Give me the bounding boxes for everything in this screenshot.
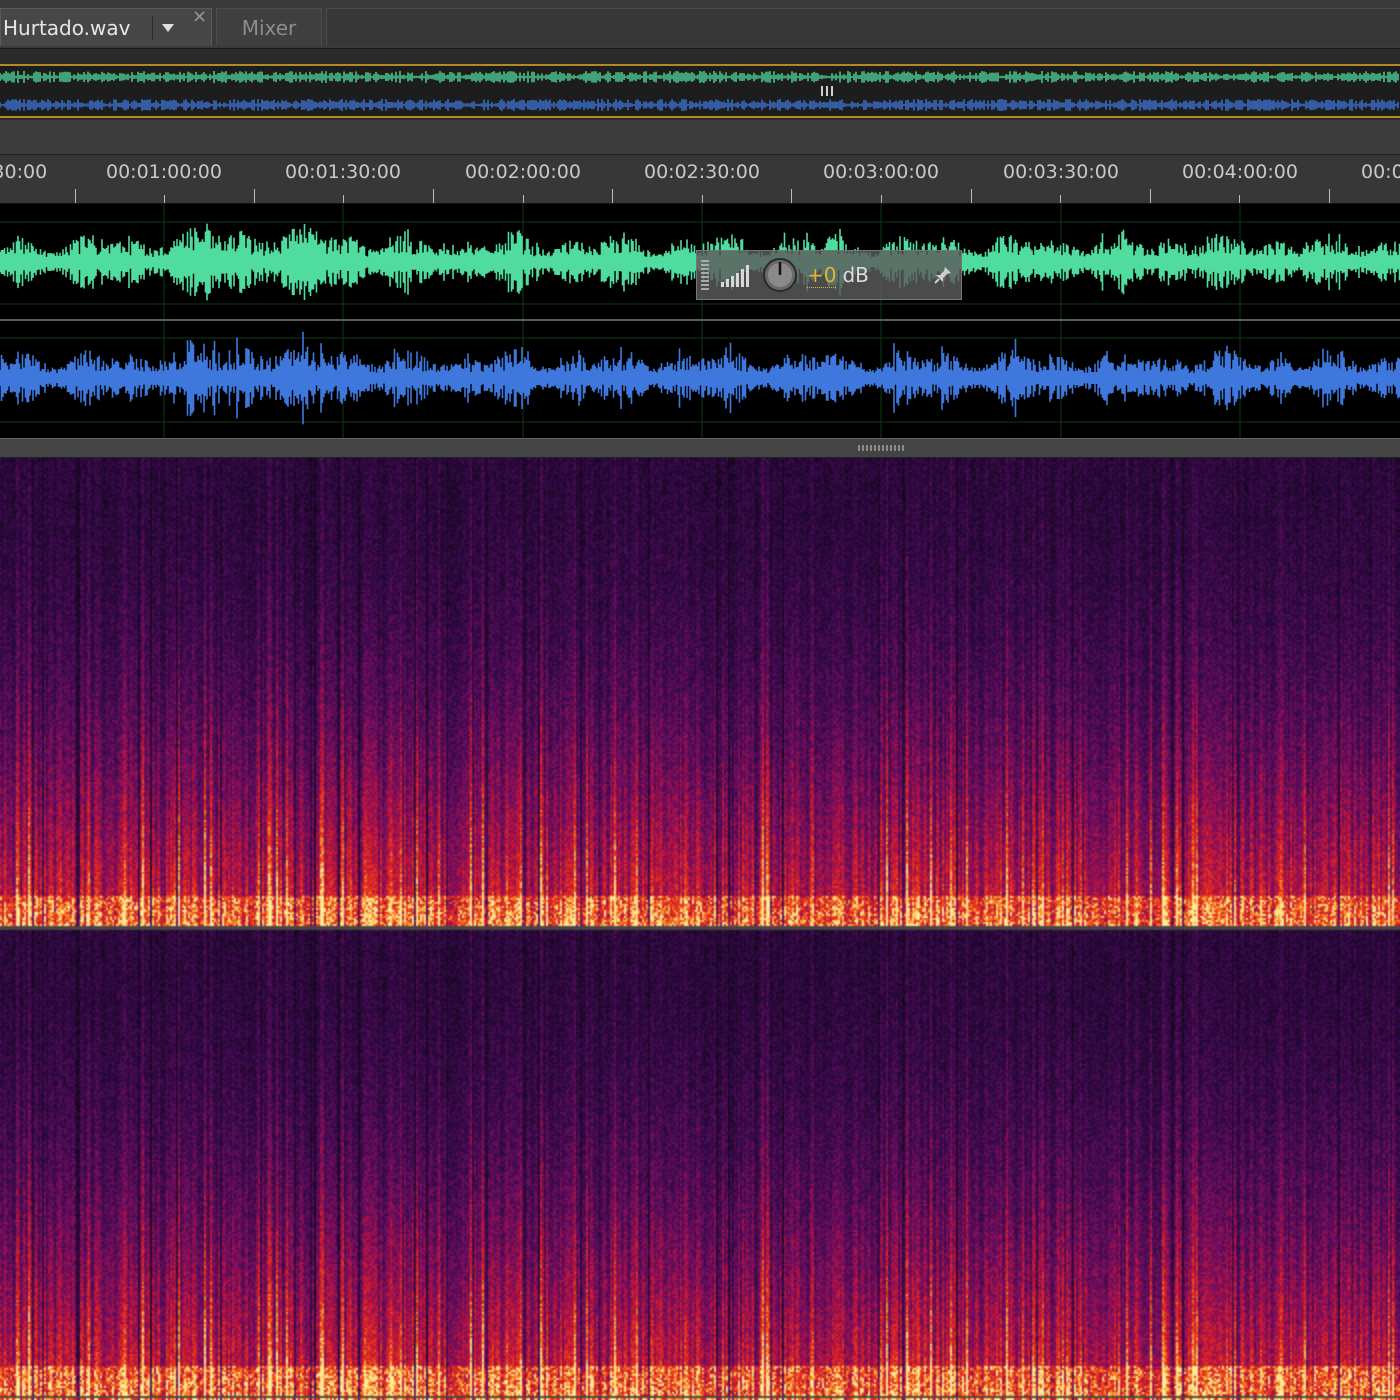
- grip-icon[interactable]: [701, 260, 709, 290]
- spectrogram: [0, 458, 1400, 1400]
- ruler-tick: [791, 189, 792, 203]
- time-ruler[interactable]: :30:00 00:01:00:00 00:01:30:00 00:02:00:00 0…: [0, 155, 1400, 204]
- ruler-label: 00:0: [1361, 161, 1400, 183]
- gain-hud[interactable]: +0 dB: [696, 250, 962, 300]
- ruler-tick: [881, 195, 882, 203]
- waveform-overview[interactable]: [0, 64, 1400, 118]
- ruler-tick: [702, 195, 703, 203]
- ruler-label: 00:01:30:00: [285, 161, 401, 183]
- volume-meter-icon: [721, 265, 749, 287]
- ruler-label: 00:03:30:00: [1003, 161, 1119, 183]
- ruler-label: 00:01:00:00: [106, 161, 222, 183]
- overview-channel: [0, 99, 1399, 111]
- tab-title: Hurtado.wav: [3, 15, 131, 40]
- tab-hurtado-wav[interactable]: Hurtado.wav: [0, 8, 212, 46]
- ruler-label: :30:00: [0, 161, 48, 183]
- ruler-tick: [523, 195, 524, 203]
- tab-mixer-label: Mixer: [241, 15, 297, 40]
- gain-knob-icon[interactable]: [761, 256, 799, 294]
- ruler-tick: [164, 195, 165, 203]
- tab-bar-empty-area: [326, 8, 1400, 46]
- ruler-tick: [254, 189, 255, 203]
- gain-value[interactable]: +0: [807, 263, 837, 288]
- waveform-display[interactable]: [0, 204, 1400, 438]
- overview-waveform: [0, 71, 1399, 111]
- ruler-tick: [433, 189, 434, 203]
- ruler-tick: [343, 195, 344, 203]
- ruler-label: 00:03:00:00: [823, 161, 939, 183]
- splitter-grip-icon[interactable]: [858, 445, 904, 451]
- ruler-tick: [1239, 195, 1240, 203]
- ruler-label: 00:04:00:00: [1182, 161, 1298, 183]
- zoom-scroll-bar[interactable]: [0, 120, 1400, 155]
- gain-unit: dB: [842, 263, 869, 287]
- overview-channel: [0, 71, 1399, 83]
- close-icon[interactable]: ×: [192, 6, 207, 27]
- ruler-tick: [971, 189, 972, 203]
- ruler-tick: [1150, 189, 1151, 203]
- editor-tab-bar: Hurtado.wav × Mixer: [0, 0, 1400, 49]
- pin-icon[interactable]: [933, 265, 953, 285]
- waveform-channel: [0, 331, 1400, 425]
- ruler-label: 00:02:30:00: [644, 161, 760, 183]
- zoom-handle-icon[interactable]: [820, 84, 834, 98]
- waveform-channels: [0, 204, 1400, 438]
- ruler-tick: [1329, 189, 1330, 203]
- ruler-label: 00:02:00:00: [465, 161, 581, 183]
- ruler-tick: [612, 189, 613, 203]
- ruler-tick: [1060, 195, 1061, 203]
- view-splitter[interactable]: [0, 438, 1400, 458]
- tab-mixer[interactable]: Mixer: [216, 8, 322, 46]
- ruler-tick: [75, 189, 76, 203]
- spectral-frequency-display[interactable]: [0, 458, 1400, 1400]
- chevron-down-icon[interactable]: [152, 15, 183, 40]
